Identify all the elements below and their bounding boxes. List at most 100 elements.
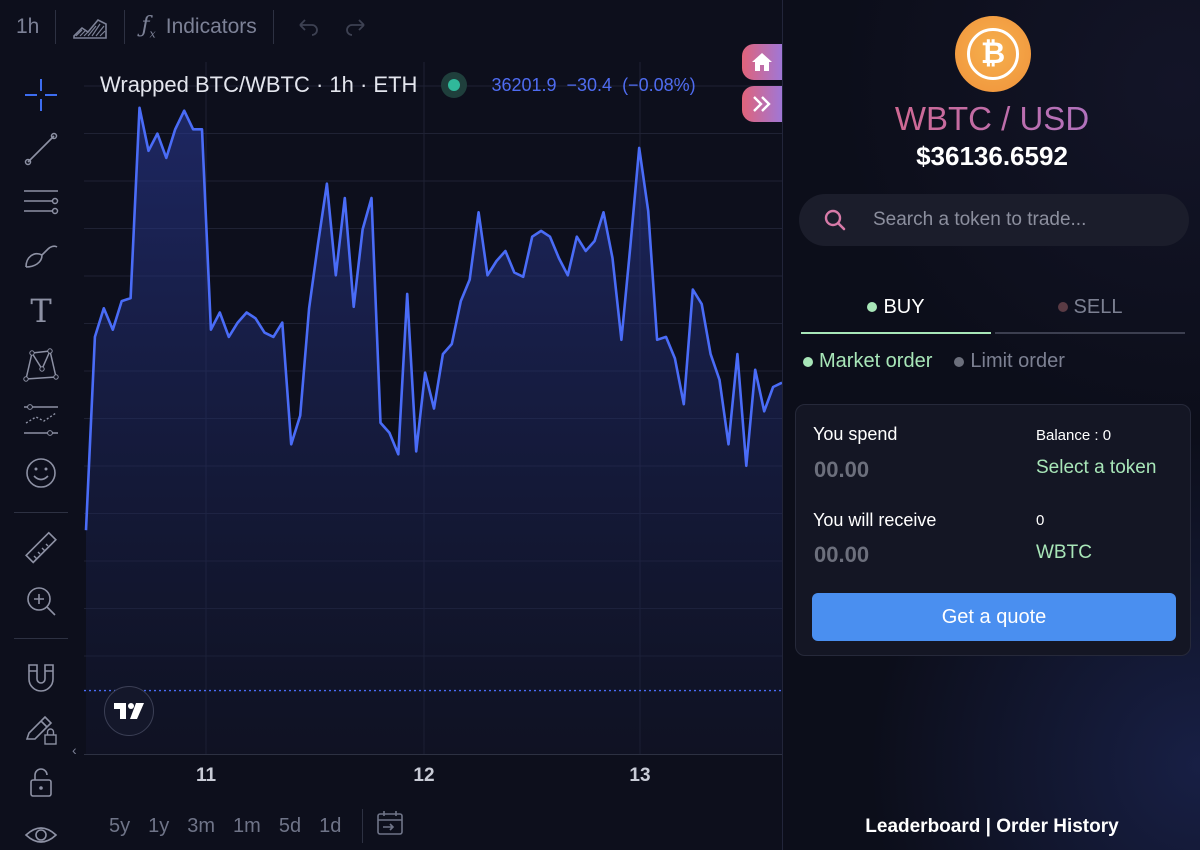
- goto-date-button[interactable]: [375, 808, 405, 844]
- receive-amount: 00.00: [814, 542, 870, 567]
- fib-tool[interactable]: [20, 180, 62, 222]
- forecast-icon: [24, 404, 58, 436]
- lock-drawing-tool[interactable]: [20, 708, 62, 750]
- search-icon: [824, 209, 846, 231]
- range-1m[interactable]: 1m: [224, 815, 270, 838]
- emoji-tool[interactable]: [20, 452, 62, 494]
- zoom-tool[interactable]: [20, 580, 62, 622]
- trend-line-icon: [24, 132, 58, 166]
- brush-icon: [25, 245, 58, 268]
- spend-label: You spend: [813, 424, 898, 444]
- footer-links[interactable]: Leaderboard | Order History: [783, 816, 1200, 838]
- spend-amount-input[interactable]: 00.00: [814, 457, 869, 483]
- last-price: 36201.9: [491, 74, 557, 95]
- indicators-button[interactable]: ƒx Indicators: [125, 0, 272, 54]
- range-separator: [362, 809, 364, 843]
- chart-legend: Wrapped BTC/WBTC · 1h · ETH 36201.9 −30.…: [100, 72, 696, 98]
- double-chevron-right-icon: [753, 96, 771, 112]
- drawing-toolbar: T: [0, 62, 82, 850]
- chart-type-button[interactable]: [56, 0, 124, 54]
- range-1d[interactable]: 1d: [310, 815, 350, 838]
- chart-pane: 1h ƒx Indicators T ‹ Wrapped BTC/WBTC · …: [0, 0, 782, 850]
- token-search[interactable]: [799, 194, 1189, 246]
- pencil-lock-icon: [25, 715, 57, 745]
- trade-panel: ₿ WBTC / USD $36136.6592 BUY SELL Market…: [782, 0, 1200, 850]
- pair-price: $36136.6592: [916, 141, 1068, 171]
- get-quote-button[interactable]: Get a quote: [812, 593, 1176, 641]
- function-icon: ƒx: [141, 13, 156, 41]
- text-icon: T: [30, 292, 52, 330]
- lock-icon: [30, 768, 52, 797]
- home-button[interactable]: [742, 44, 782, 80]
- tab-sell[interactable]: SELL: [995, 282, 1185, 334]
- zoom-in-icon: [27, 587, 56, 616]
- limit-order-label: Limit order: [970, 350, 1065, 372]
- chart-plot-area[interactable]: [84, 62, 782, 754]
- horizontal-lines-icon: [24, 190, 59, 215]
- crosshair-icon: [25, 79, 57, 111]
- undo-button[interactable]: [274, 0, 332, 54]
- range-5d[interactable]: 5d: [270, 815, 310, 838]
- time-axis[interactable]: 11 12 13: [84, 754, 782, 794]
- market-order-option[interactable]: Market order: [803, 350, 932, 373]
- pattern-icon: [23, 348, 59, 382]
- collapse-toolbar-arrow[interactable]: ‹: [72, 742, 77, 758]
- trend-line-tool[interactable]: [20, 128, 62, 170]
- search-input[interactable]: [873, 209, 1173, 231]
- toolbar-separator: [14, 512, 68, 513]
- crosshair-tool[interactable]: [20, 74, 62, 116]
- prediction-tool[interactable]: [20, 398, 62, 440]
- smiley-icon: [26, 458, 56, 488]
- text-tool[interactable]: T: [20, 290, 62, 332]
- range-3m[interactable]: 3m: [178, 815, 224, 838]
- buy-label: BUY: [883, 295, 925, 318]
- range-5y[interactable]: 5y: [100, 815, 139, 838]
- pattern-tool[interactable]: [20, 344, 62, 386]
- area-chart-icon: [73, 19, 108, 39]
- measure-tool[interactable]: [20, 528, 62, 570]
- lock-tool[interactable]: [20, 762, 62, 804]
- receive-token[interactable]: WBTC: [1036, 542, 1092, 564]
- home-icon: [752, 53, 772, 71]
- undo-icon: [299, 19, 318, 36]
- receive-label: You will receive: [813, 510, 937, 530]
- tradingview-icon: [114, 703, 144, 719]
- magnet-tool[interactable]: [20, 656, 62, 698]
- magnet-icon: [28, 664, 54, 692]
- tradingview-logo[interactable]: [104, 686, 154, 736]
- brush-tool[interactable]: [20, 234, 62, 276]
- bitcoin-logo: ₿: [955, 16, 1031, 92]
- calendar-arrow-icon: [377, 811, 404, 835]
- chart-top-toolbar: 1h ƒx Indicators: [0, 0, 782, 54]
- receive-count: 0: [1036, 512, 1045, 529]
- limit-order-dot: [954, 356, 965, 367]
- price-chart-svg: [84, 62, 782, 754]
- x-tick-label: 12: [413, 765, 435, 786]
- interval-button[interactable]: 1h: [0, 0, 55, 54]
- legend-values: 36201.9 −30.4 (−0.08%): [491, 75, 695, 96]
- x-tick-label: 13: [629, 765, 651, 786]
- ruler-icon: [25, 531, 57, 564]
- bitcoin-icon: ₿: [967, 28, 1019, 80]
- visibility-tool[interactable]: [20, 814, 62, 850]
- buy-active-dot: [867, 302, 878, 312]
- limit-order-option[interactable]: Limit order: [954, 350, 1065, 373]
- range-1y[interactable]: 1y: [139, 815, 178, 838]
- eye-icon: [24, 827, 58, 843]
- expand-panel-button[interactable]: [742, 86, 782, 122]
- price-change-percent: (−0.08%): [622, 74, 696, 95]
- interval-label: 1h: [16, 15, 40, 38]
- market-order-dot: [803, 356, 813, 367]
- sell-dot: [1057, 302, 1068, 312]
- symbol-title[interactable]: Wrapped BTC/WBTC · 1h · ETH: [100, 72, 417, 98]
- pair-title: WBTC / USD: [783, 100, 1200, 138]
- sell-label: SELL: [1073, 295, 1123, 318]
- redo-button[interactable]: [332, 0, 380, 54]
- select-token-button[interactable]: Select a token: [1036, 457, 1156, 479]
- tab-buy[interactable]: BUY: [801, 282, 991, 334]
- market-order-label: Market order: [819, 350, 933, 372]
- price-area-fill: [86, 107, 782, 754]
- order-type-selector: Market order Limit order: [803, 350, 1065, 373]
- range-selector: 5y 1y 3m 1m 5d 1d: [100, 806, 405, 846]
- market-status-icon: [441, 72, 468, 98]
